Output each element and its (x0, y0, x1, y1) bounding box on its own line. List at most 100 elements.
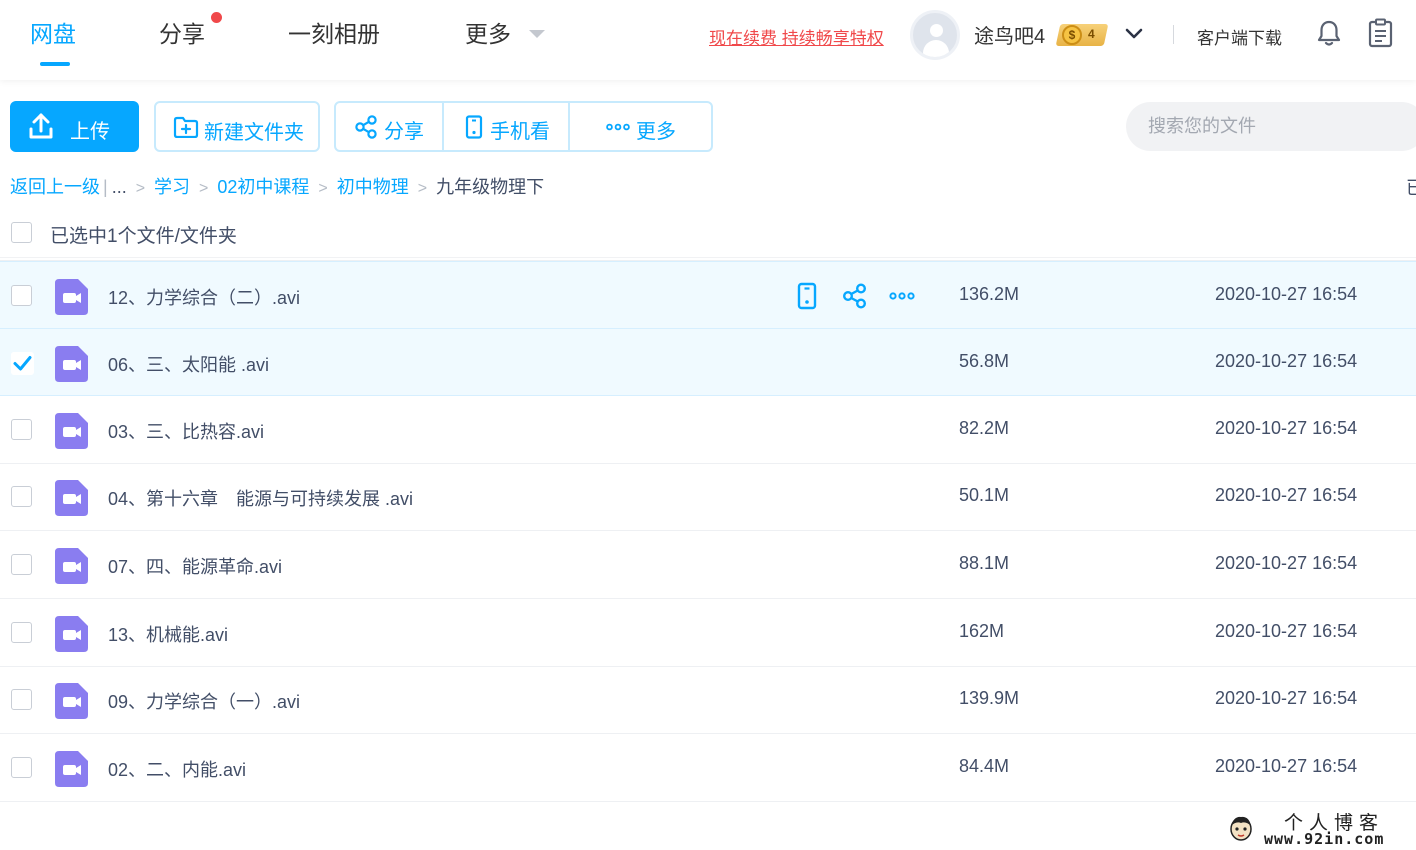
avatar[interactable] (910, 10, 960, 60)
breadcrumb: 返回上一级 |... > 学习 >02初中课程 > 初中物理 > 九年级物理下 (10, 173, 544, 199)
share-label: 分享 (384, 121, 424, 143)
renew-vip-link[interactable]: 现在续费 持续畅享特权 (709, 24, 884, 49)
file-size: 88.1M (959, 553, 1010, 573)
nav-tab-netdisk[interactable]: 网盘 (30, 18, 76, 50)
upload-icon (29, 113, 53, 139)
watermark-face-icon (1230, 816, 1252, 841)
file-row[interactable]: 04、第十六章 能源与可持续发展 .avi 50.1M 2020-10-27 16:… (0, 463, 1416, 532)
clipboard-icon[interactable] (1367, 18, 1394, 48)
breadcrumb-current: 九年级物理下 (436, 177, 545, 197)
file-name[interactable]: 13、机械能.avi (108, 621, 228, 647)
row-actions (795, 282, 925, 310)
file-row[interactable]: 07、四、能源革命.avi 88.1M 2020-10-27 16:54 (0, 531, 1416, 599)
video-file-icon (55, 412, 88, 449)
more-label: 更多 (636, 121, 676, 143)
file-date: 2020-10-27 16:54 (1215, 688, 1358, 709)
file-size: 139.9M (959, 688, 1020, 709)
file-row[interactable]: 02、二、内能.avi 84.4M 2020-10-27 16:54 (0, 734, 1416, 802)
phone-view-label: 手机看 (490, 121, 550, 143)
row-checkbox[interactable] (11, 689, 32, 711)
watermark-url: www.92in.com (1264, 830, 1385, 848)
video-file-icon (55, 750, 88, 787)
file-date: 2020-10-27 16:54 (1215, 351, 1358, 372)
more-button[interactable]: 更多 (570, 103, 711, 150)
nav-tab-share[interactable]: 分享 (159, 18, 205, 50)
upload-label: 上传 (70, 121, 110, 143)
more-dots-icon[interactable] (889, 282, 915, 310)
file-date: 2020-10-27 16:54 (1215, 283, 1358, 304)
row-checkbox[interactable] (11, 418, 32, 440)
breadcrumb-ellipsis[interactable]: ... (112, 177, 127, 198)
vip-coin-icon: $ (1062, 25, 1082, 45)
file-name[interactable]: 12、力学综合（二）.avi (108, 284, 300, 310)
breadcrumb-item[interactable]: 学习 (154, 173, 190, 199)
file-list: 18、四 作图题.avi37.2M2020-10-27 16:5412、力学综合… (0, 226, 1416, 850)
bell-icon[interactable] (1316, 19, 1342, 47)
username[interactable]: 途鸟吧4 (974, 20, 1045, 49)
phone-icon[interactable] (795, 282, 821, 310)
file-row[interactable]: 06、三、太阳能 .avi 56.8M 2020-10-27 16:54 (0, 328, 1416, 397)
file-name[interactable]: 06、三、太阳能 .avi (108, 351, 269, 377)
breadcrumb-item[interactable]: 初中物理 (337, 173, 409, 199)
selection-count-text: 已选中1个文件/文件夹 (50, 226, 237, 247)
top-navigation: 网盘 分享 一刻相册 更多 现在续费 持续畅享特权 途鸟吧4 $ 4 客户端下载 (0, 0, 1416, 80)
client-download-link[interactable]: 客户端下载 (1197, 24, 1282, 49)
select-all-checkbox[interactable] (11, 222, 32, 243)
file-date: 2020-10-27 16:54 (1215, 620, 1358, 641)
share-icon (355, 115, 377, 139)
breadcrumb-separator: > (318, 180, 328, 197)
file-date: 2020-10-27 16:54 (1215, 485, 1358, 506)
notification-dot (211, 12, 222, 23)
row-checkbox[interactable] (11, 486, 32, 508)
more-dots-icon (606, 123, 630, 131)
file-date: 2020-10-27 16:54 (1215, 417, 1358, 438)
nav-tab-album[interactable]: 一刻相册 (288, 18, 380, 50)
caret-down-icon[interactable] (529, 30, 545, 38)
row-checkbox[interactable] (11, 756, 32, 778)
video-file-icon (55, 683, 88, 720)
file-row[interactable]: 03、三、比热容.avi 82.2M 2020-10-27 16:54 (0, 396, 1416, 464)
new-folder-label: 新建文件夹 (204, 122, 304, 144)
file-name[interactable]: 07、四、能源革命.avi (108, 553, 282, 579)
file-size: 56.8M (959, 351, 1010, 372)
file-name[interactable]: 04、第十六章 能源与可持续发展 .avi (108, 485, 413, 511)
video-file-icon (55, 346, 88, 383)
breadcrumb-item[interactable]: 02初中课程 (217, 173, 309, 199)
breadcrumb-separator: > (135, 180, 146, 197)
video-file-icon (55, 480, 88, 517)
row-checkbox[interactable] (11, 621, 32, 643)
file-name[interactable]: 02、二、内能.avi (108, 756, 246, 782)
new-folder-button[interactable]: 新建文件夹 (154, 101, 320, 152)
row-checkbox[interactable] (11, 554, 32, 575)
selection-header: 已选中1个文件/文件夹 (0, 210, 1416, 258)
file-size: 50.1M (959, 485, 1010, 506)
breadcrumb-back-link[interactable]: 返回上一级 (10, 173, 100, 199)
phone-icon (465, 115, 483, 139)
row-checkbox[interactable] (11, 352, 34, 376)
search-input[interactable] (1126, 102, 1416, 151)
nav-tab-more[interactable]: 更多 (465, 18, 511, 50)
breadcrumb-separator: > (199, 180, 209, 197)
action-button-group: 分享 手机看 更多 (334, 101, 713, 152)
file-row[interactable]: 09、力学综合（一）.avi 139.9M 2020-10-27 16:54 (0, 666, 1416, 735)
divider (1173, 25, 1174, 44)
file-date: 2020-10-27 16:54 (1215, 755, 1358, 776)
file-row[interactable]: 12、力学综合（二）.avi 136.2M 2020-10-27 16:54 (0, 260, 1416, 329)
file-name[interactable]: 09、力学综合（一）.avi (108, 688, 300, 714)
share-icon[interactable] (842, 282, 868, 310)
breadcrumb-separator: > (417, 180, 428, 197)
watermark: 个人博客 www.92in.com (1222, 806, 1416, 850)
share-button[interactable]: 分享 (336, 103, 442, 150)
file-size: 82.2M (959, 417, 1010, 438)
file-row[interactable]: 13、机械能.avi 162M 2020-10-27 16:54 (0, 599, 1416, 667)
video-file-icon (55, 278, 88, 315)
chevron-down-icon[interactable] (1124, 24, 1144, 44)
new-folder-icon (173, 116, 199, 138)
video-file-icon (55, 615, 88, 652)
file-size: 136.2M (959, 283, 1020, 304)
upload-button[interactable]: 上传 (10, 101, 139, 152)
phone-view-button[interactable]: 手机看 (444, 103, 568, 150)
truncated-right-text: 已 (1406, 178, 1416, 198)
file-name[interactable]: 03、三、比热容.avi (108, 418, 264, 444)
row-checkbox[interactable] (11, 284, 32, 306)
